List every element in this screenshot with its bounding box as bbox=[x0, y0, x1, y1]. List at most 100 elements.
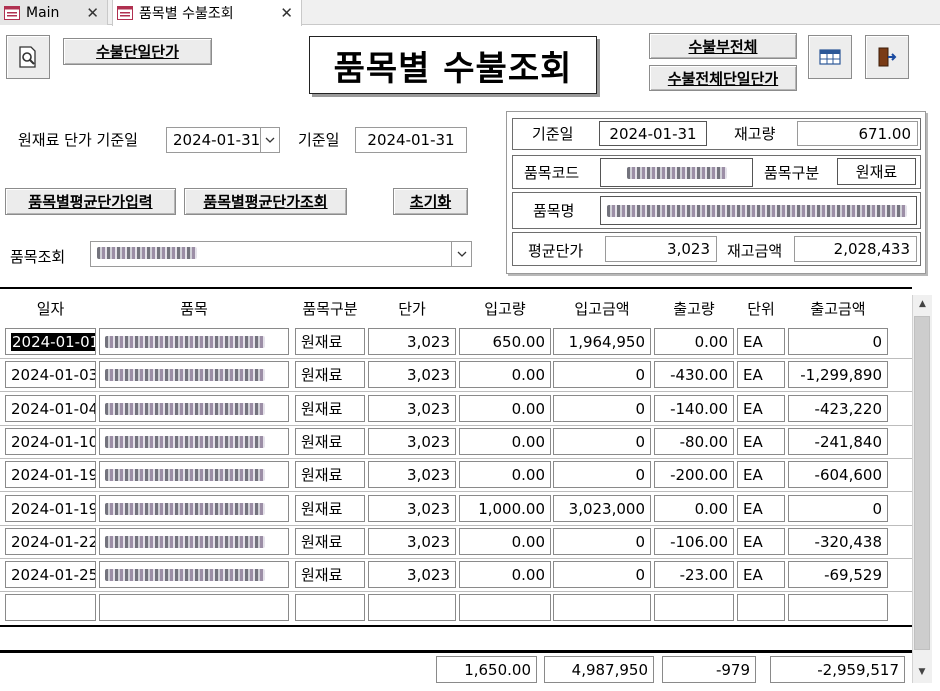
in-qty-cell[interactable]: 0.00 bbox=[459, 428, 551, 455]
chevron-down-icon[interactable] bbox=[451, 242, 471, 266]
scroll-down-arrow-icon[interactable]: ▼ bbox=[912, 663, 932, 681]
tab-main[interactable]: Main ✕ bbox=[0, 0, 108, 25]
unit-cell[interactable]: EA bbox=[737, 328, 785, 355]
out-amount-cell[interactable]: 0 bbox=[788, 495, 888, 522]
item-type-cell[interactable] bbox=[295, 594, 365, 621]
single-price-button[interactable]: 수불단일단가 bbox=[63, 38, 212, 65]
item-type-cell[interactable]: 원재료 bbox=[295, 361, 365, 388]
item-type-cell[interactable]: 원재료 bbox=[295, 428, 365, 455]
item-cell[interactable] bbox=[99, 561, 289, 588]
unit-cell[interactable]: EA bbox=[737, 361, 785, 388]
unit-cell[interactable] bbox=[737, 594, 785, 621]
out-qty-cell[interactable]: -430.00 bbox=[654, 361, 734, 388]
item-search-combo[interactable] bbox=[90, 241, 472, 267]
unit-cell[interactable]: EA bbox=[737, 428, 785, 455]
item-type-cell[interactable]: 원재료 bbox=[295, 561, 365, 588]
out-qty-cell[interactable]: 0.00 bbox=[654, 495, 734, 522]
in-qty-cell[interactable]: 0.00 bbox=[459, 395, 551, 422]
item-type-cell[interactable]: 원재료 bbox=[295, 495, 365, 522]
in-amount-cell[interactable] bbox=[553, 594, 651, 621]
unit-price-cell[interactable]: 3,023 bbox=[368, 495, 456, 522]
out-qty-cell[interactable] bbox=[654, 594, 734, 621]
base-date-input[interactable]: 2024-01-31 bbox=[355, 127, 467, 153]
out-amount-cell[interactable]: -1,299,890 bbox=[788, 361, 888, 388]
item-cell[interactable] bbox=[99, 428, 289, 455]
in-amount-cell[interactable]: 1,964,950 bbox=[553, 328, 651, 355]
unit-price-cell[interactable]: 3,023 bbox=[368, 395, 456, 422]
unit-price-cell[interactable]: 3,023 bbox=[368, 528, 456, 555]
in-amount-cell[interactable]: 0 bbox=[553, 528, 651, 555]
scrollbar-thumb[interactable] bbox=[914, 316, 930, 650]
out-qty-cell[interactable]: -80.00 bbox=[654, 428, 734, 455]
unit-cell[interactable]: EA bbox=[737, 395, 785, 422]
tab-item-ledger[interactable]: 품목별 수불조회 ✕ bbox=[112, 0, 302, 26]
item-type-cell[interactable]: 원재료 bbox=[295, 461, 365, 488]
unit-cell[interactable]: EA bbox=[737, 561, 785, 588]
in-amount-cell[interactable]: 0 bbox=[553, 361, 651, 388]
date-cell[interactable]: 2024-01-19 bbox=[5, 495, 96, 522]
date-cell[interactable]: 2024-01-10 bbox=[5, 428, 96, 455]
out-qty-cell[interactable]: -106.00 bbox=[654, 528, 734, 555]
in-amount-cell[interactable]: 3,023,000 bbox=[553, 495, 651, 522]
reset-button[interactable]: 초기화 bbox=[393, 188, 468, 215]
out-amount-cell[interactable]: -423,220 bbox=[788, 395, 888, 422]
unit-price-cell[interactable] bbox=[368, 594, 456, 621]
unit-price-cell[interactable]: 3,023 bbox=[368, 428, 456, 455]
date-cell[interactable]: 2024-01-22 bbox=[5, 528, 96, 555]
avg-price-input-button[interactable]: 품목별평균단가입력 bbox=[5, 188, 176, 215]
out-amount-cell[interactable]: -604,600 bbox=[788, 461, 888, 488]
close-icon[interactable]: ✕ bbox=[86, 4, 99, 22]
in-amount-cell[interactable]: 0 bbox=[553, 561, 651, 588]
unit-cell[interactable]: EA bbox=[737, 495, 785, 522]
item-cell[interactable] bbox=[99, 495, 289, 522]
unit-cell[interactable]: EA bbox=[737, 461, 785, 488]
date-cell[interactable] bbox=[5, 594, 96, 621]
out-amount-cell[interactable]: -320,438 bbox=[788, 528, 888, 555]
unit-cell[interactable]: EA bbox=[737, 528, 785, 555]
in-amount-cell[interactable]: 0 bbox=[553, 461, 651, 488]
out-amount-cell[interactable]: -69,529 bbox=[788, 561, 888, 588]
item-type-cell[interactable]: 원재료 bbox=[295, 528, 365, 555]
item-cell[interactable] bbox=[99, 328, 289, 355]
scroll-up-arrow-icon[interactable]: ▲ bbox=[913, 295, 932, 313]
date-cell[interactable]: 2024-01-01 bbox=[5, 328, 96, 355]
preview-button[interactable] bbox=[6, 35, 50, 79]
date-cell[interactable]: 2024-01-19 bbox=[5, 461, 96, 488]
in-qty-cell[interactable]: 1,000.00 bbox=[459, 495, 551, 522]
in-amount-cell[interactable]: 0 bbox=[553, 428, 651, 455]
ledger-all-single-price-button[interactable]: 수불전체단일단가 bbox=[649, 65, 797, 91]
in-qty-cell[interactable]: 0.00 bbox=[459, 361, 551, 388]
date-cell[interactable]: 2024-01-25 bbox=[5, 561, 96, 588]
item-cell[interactable] bbox=[99, 528, 289, 555]
out-qty-cell[interactable]: -23.00 bbox=[654, 561, 734, 588]
item-cell[interactable] bbox=[99, 461, 289, 488]
raw-price-date-combo[interactable]: 2024-01-31 bbox=[166, 127, 280, 153]
exit-button[interactable] bbox=[865, 35, 909, 79]
datasheet-view-button[interactable] bbox=[808, 35, 852, 79]
out-amount-cell[interactable]: 0 bbox=[788, 328, 888, 355]
avg-price-view-button[interactable]: 품목별평균단가조회 bbox=[184, 188, 347, 215]
item-cell[interactable] bbox=[99, 395, 289, 422]
unit-price-cell[interactable]: 3,023 bbox=[368, 328, 456, 355]
item-cell[interactable] bbox=[99, 594, 289, 621]
in-qty-cell[interactable]: 0.00 bbox=[459, 528, 551, 555]
in-qty-cell[interactable]: 0.00 bbox=[459, 561, 551, 588]
out-amount-cell[interactable] bbox=[788, 594, 888, 621]
unit-price-cell[interactable]: 3,023 bbox=[368, 461, 456, 488]
close-icon[interactable]: ✕ bbox=[280, 4, 293, 22]
out-qty-cell[interactable]: -140.00 bbox=[654, 395, 734, 422]
chevron-down-icon[interactable] bbox=[260, 128, 279, 152]
item-cell[interactable] bbox=[99, 361, 289, 388]
unit-price-cell[interactable]: 3,023 bbox=[368, 561, 456, 588]
item-type-cell[interactable]: 원재료 bbox=[295, 395, 365, 422]
ledger-all-button[interactable]: 수불부전체 bbox=[649, 33, 797, 59]
in-amount-cell[interactable]: 0 bbox=[553, 395, 651, 422]
unit-price-cell[interactable]: 3,023 bbox=[368, 361, 456, 388]
item-type-cell[interactable]: 원재료 bbox=[295, 328, 365, 355]
in-qty-cell[interactable] bbox=[459, 594, 551, 621]
date-cell[interactable]: 2024-01-04 bbox=[5, 395, 96, 422]
out-amount-cell[interactable]: -241,840 bbox=[788, 428, 888, 455]
in-qty-cell[interactable]: 0.00 bbox=[459, 461, 551, 488]
out-qty-cell[interactable]: -200.00 bbox=[654, 461, 734, 488]
in-qty-cell[interactable]: 650.00 bbox=[459, 328, 551, 355]
